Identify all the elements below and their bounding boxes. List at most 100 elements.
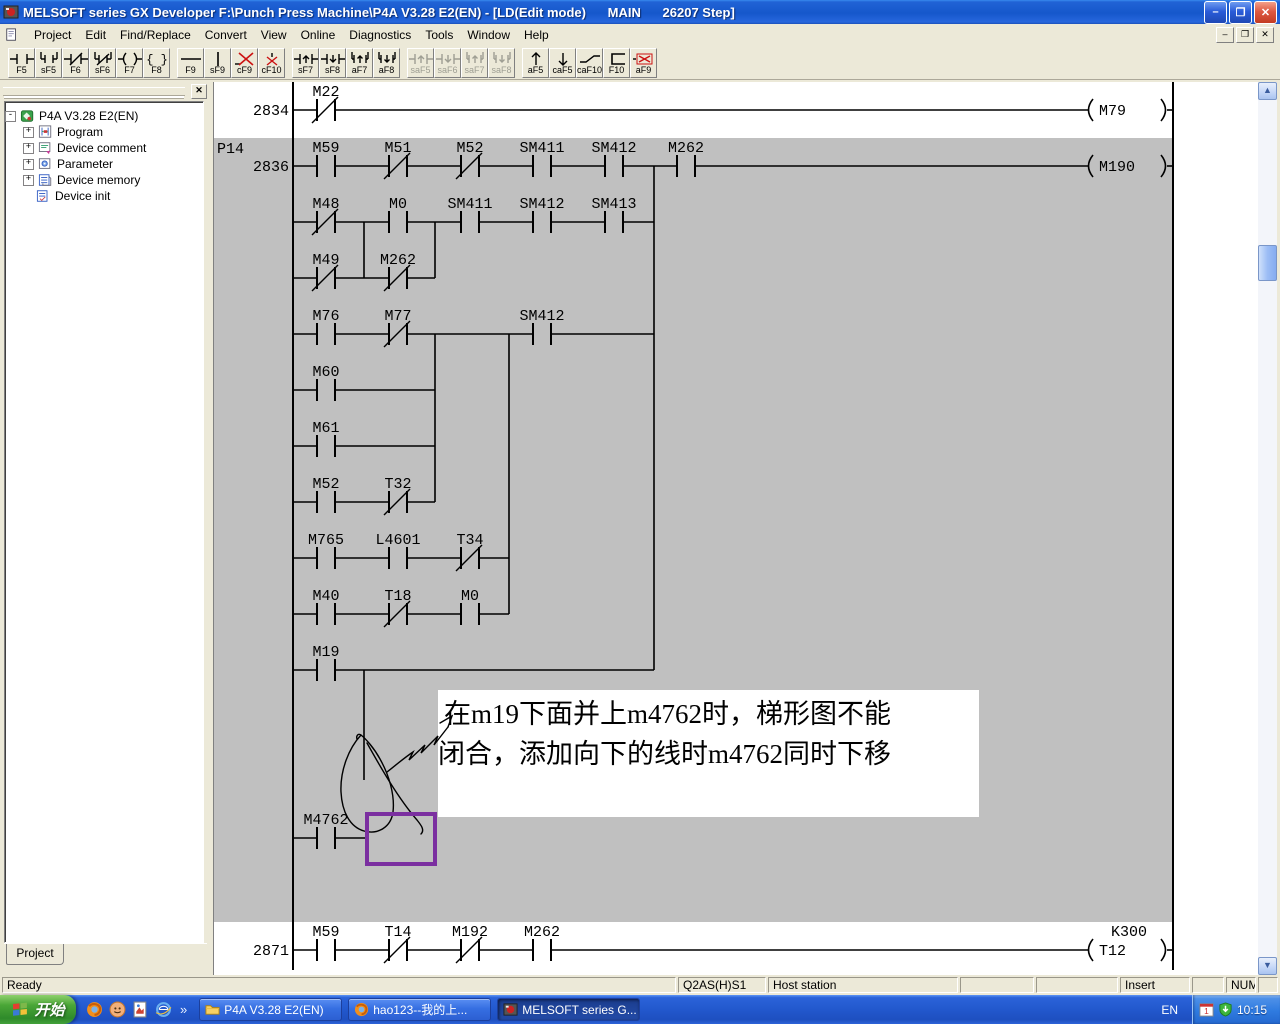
- svg-text:T14: T14: [384, 924, 411, 941]
- image-viewer-icon[interactable]: [132, 1001, 149, 1018]
- scroll-down-icon[interactable]: ▼: [1258, 957, 1277, 975]
- expand-icon[interactable]: +: [23, 143, 34, 154]
- svg-text:P14: P14: [217, 141, 244, 158]
- restore-button[interactable]: ❐: [1229, 1, 1252, 24]
- tree-item-program[interactable]: + Program: [5, 124, 203, 140]
- toolbar-button-caF5[interactable]: caF5: [549, 48, 576, 78]
- expand-icon[interactable]: +: [23, 127, 34, 138]
- taskbar-task-p4a-v3-28-e2-en-[interactable]: P4A V3.28 E2(EN): [199, 998, 342, 1021]
- project-tree: - P4A V3.28 E2(EN) + Program+Device comme…: [4, 101, 204, 943]
- quick-launch-overflow-icon[interactable]: »: [180, 1002, 187, 1017]
- internet-explorer-icon[interactable]: [155, 1001, 172, 1018]
- expand-icon[interactable]: [23, 192, 32, 201]
- svg-text:M192: M192: [452, 924, 488, 941]
- ladder-editor-canvas[interactable]: 2834M22M792836P14M59M51M52SM411SM412M262…: [214, 82, 1259, 975]
- minimize-button[interactable]: –: [1204, 1, 1227, 24]
- tree-item-label: Program: [57, 125, 103, 139]
- menu-online[interactable]: Online: [294, 26, 343, 44]
- menu-convert[interactable]: Convert: [198, 26, 254, 44]
- toolbar-button-saF8: saF8: [488, 48, 515, 78]
- toolbar-button-cF10[interactable]: cF10: [258, 48, 285, 78]
- menu-tools[interactable]: Tools: [418, 26, 460, 44]
- tree-item-label: Parameter: [57, 157, 113, 171]
- firefox-icon[interactable]: [86, 1001, 103, 1018]
- task-label: hao123--我的上...: [373, 1001, 467, 1018]
- child-close-button[interactable]: ✕: [1256, 27, 1274, 43]
- tree-item-device-memory[interactable]: +Device memory: [5, 172, 203, 188]
- collapse-icon[interactable]: -: [5, 111, 16, 122]
- taskbar-task-hao123-[interactable]: hao123--我的上...: [348, 998, 491, 1021]
- toolbar-button-sF6[interactable]: sF6: [89, 48, 116, 78]
- menu-window[interactable]: Window: [460, 26, 517, 44]
- menu-edit[interactable]: Edit: [78, 26, 113, 44]
- menu-find-replace[interactable]: Find/Replace: [113, 26, 198, 44]
- svg-text:M77: M77: [384, 308, 411, 325]
- svg-text:M4762: M4762: [303, 812, 348, 829]
- toolbar-button-sF8[interactable]: sF8: [319, 48, 346, 78]
- svg-text:M22: M22: [312, 84, 339, 101]
- toolbar-button-aF5[interactable]: aF5: [522, 48, 549, 78]
- svg-text:SM412: SM412: [519, 308, 564, 325]
- toolbar-button-cF9[interactable]: cF9: [231, 48, 258, 78]
- toolbar-button-sF7[interactable]: sF7: [292, 48, 319, 78]
- status-panel-num: NUM: [1226, 977, 1256, 993]
- svg-text:T34: T34: [456, 532, 483, 549]
- toolbar-button-sF5[interactable]: sF5: [35, 48, 62, 78]
- svg-text:M59: M59: [312, 140, 339, 157]
- start-button[interactable]: 开始: [0, 995, 76, 1024]
- start-label: 开始: [34, 999, 64, 1020]
- svg-text:M79: M79: [1099, 103, 1126, 120]
- calendar-tray-icon[interactable]: 1: [1199, 1002, 1214, 1017]
- toolbar-button-aF8[interactable]: aF8: [373, 48, 400, 78]
- svg-text:K300: K300: [1111, 924, 1147, 941]
- toolbar-button-aF7[interactable]: aF7: [346, 48, 373, 78]
- tree-item-parameter[interactable]: + Parameter: [5, 156, 203, 172]
- toolbar-button-F8[interactable]: { }F8: [143, 48, 170, 78]
- close-button[interactable]: ✕: [1254, 1, 1277, 24]
- toolbar-button-F7[interactable]: F7: [116, 48, 143, 78]
- menu-view[interactable]: View: [254, 26, 294, 44]
- tab-project[interactable]: Project: [6, 944, 64, 965]
- melsoft-app-icon: [3, 4, 19, 20]
- svg-text:M49: M49: [312, 252, 339, 269]
- tree-item-device-comment[interactable]: +Device comment: [5, 140, 203, 156]
- system-tray: 1 10:15: [1192, 995, 1280, 1024]
- toolbar-button-F5[interactable]: F5: [8, 48, 35, 78]
- tree-root-item[interactable]: - P4A V3.28 E2(EN): [5, 108, 203, 124]
- toolbar-button-F9[interactable]: F9: [177, 48, 204, 78]
- svg-text:M190: M190: [1099, 159, 1135, 176]
- menu-diagnostics[interactable]: Diagnostics: [342, 26, 418, 44]
- child-minimize-button[interactable]: –: [1216, 27, 1234, 43]
- panel-drag-handle[interactable]: [3, 87, 185, 96]
- toolbar-button-sF9[interactable]: sF9: [204, 48, 231, 78]
- language-indicator[interactable]: EN: [1153, 1000, 1186, 1020]
- svg-text:SM412: SM412: [591, 140, 636, 157]
- menu-help[interactable]: Help: [517, 26, 556, 44]
- tree-item-device-init[interactable]: Device init: [5, 188, 203, 204]
- expand-icon[interactable]: +: [23, 159, 34, 170]
- expand-icon[interactable]: +: [23, 175, 34, 186]
- toolbar-button-aF9[interactable]: aF9: [630, 48, 657, 78]
- child-restore-button[interactable]: ❐: [1236, 27, 1254, 43]
- toolbar-button-F6[interactable]: F6: [62, 48, 89, 78]
- scrollbar-thumb[interactable]: [1258, 245, 1277, 281]
- annotation-line2: 闭合，添加向下的线时m4762同时下移: [438, 739, 891, 769]
- clock[interactable]: 10:15: [1237, 1003, 1267, 1017]
- svg-text:M60: M60: [312, 364, 339, 381]
- panel-close-icon[interactable]: ✕: [191, 84, 207, 99]
- menu-project[interactable]: Project: [27, 26, 78, 44]
- toolbar-group: F9sF9cF9cF10: [177, 48, 285, 78]
- windows-flag-icon: [11, 1002, 30, 1018]
- child-window-icon: [5, 28, 19, 42]
- scroll-up-icon[interactable]: ▲: [1258, 82, 1277, 100]
- firefox-icon: [354, 1002, 369, 1017]
- title-bar: MELSOFT series GX Developer F:\Punch Pre…: [0, 0, 1280, 24]
- parameter-icon: [38, 157, 53, 171]
- toolbar-button-caF10[interactable]: caF10: [576, 48, 603, 78]
- vertical-scrollbar[interactable]: ▲ ▼: [1258, 82, 1277, 975]
- toolbar-button-F10[interactable]: F10: [603, 48, 630, 78]
- messenger-icon[interactable]: [109, 1001, 126, 1018]
- security-shield-icon[interactable]: [1218, 1002, 1233, 1017]
- svg-text:1: 1: [1204, 1006, 1209, 1016]
- taskbar-task-melsoft-series-g-[interactable]: MELSOFT series G...: [497, 998, 640, 1021]
